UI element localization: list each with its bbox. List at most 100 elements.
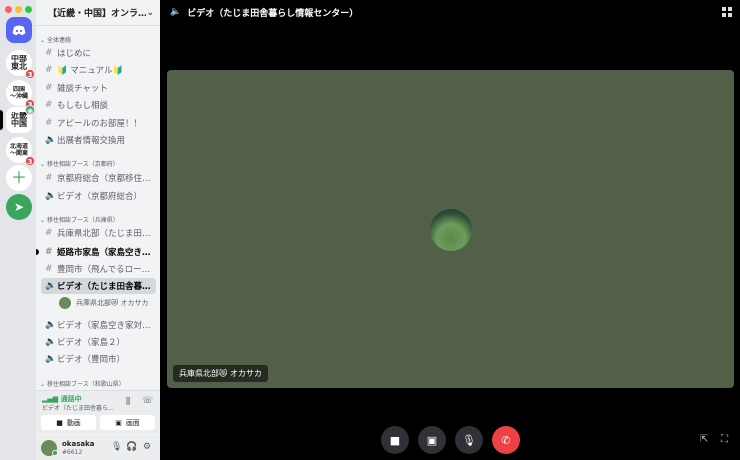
channel-label: もしもし相談	[57, 101, 109, 111]
channel-label: はじめに	[57, 49, 92, 59]
channel-item[interactable]: # 兵庫県北部（たじま田…	[41, 225, 156, 241]
video-call-area: 🔈 ビデオ（たじま田舎暮らし情報センター） 兵庫県北部😻 オカサカ ■ ▣ 🎙 …	[160, 0, 740, 460]
window-zoom-icon[interactable]	[25, 6, 32, 13]
channel-label: ビデオ（家島２）	[57, 338, 126, 348]
screen-icon: ▣	[115, 418, 122, 427]
category-label: 全体連絡	[47, 37, 72, 44]
voice-channel-item[interactable]: 🔈 ビデオ（家島空き家対…	[41, 317, 156, 333]
window-minimize-icon[interactable]	[15, 6, 22, 13]
server-label: 北海道 〜関東	[9, 143, 28, 157]
channel-item-unread[interactable]: # 姫路市家島（家島空き…	[41, 244, 156, 260]
category-header[interactable]: ⌄ 移住相談ブース（京都府）	[40, 159, 119, 168]
camera-icon: ■	[389, 433, 401, 447]
category-label: 移住相談ブース（京都府）	[47, 161, 119, 168]
chevron-down-icon: ⌄	[146, 7, 154, 18]
category-header[interactable]: ⌄ 移住相談ブース（和歌山県）	[40, 379, 125, 388]
online-status-icon	[52, 450, 58, 456]
server-rail: 中部 東北 3 四国 〜沖縄 3 近畿 中国 ◉ 北海道 〜関東 3 ＋ ➤	[0, 0, 36, 460]
channel-header: 🔈 ビデオ（たじま田舎暮らし情報センター）	[160, 0, 740, 24]
server-chubu-tohoku[interactable]: 中部 東北 3	[6, 50, 35, 79]
disconnect-icon[interactable]: ☏	[142, 396, 153, 406]
voice-channel-name[interactable]: ビデオ（たじま田舎暮ら…	[42, 403, 122, 412]
speaker-icon: 🔈	[45, 354, 57, 364]
screen-share-button[interactable]: ▣ 画面	[100, 415, 155, 430]
channel-item[interactable]: # アピールのお部屋！！	[41, 115, 156, 131]
user-panel: okasaka #6612 🎙 🎧 ⚙	[36, 435, 160, 460]
category-header[interactable]: ⌄ 移住相談ブース（兵庫県）	[40, 215, 119, 224]
channel-label: ビデオ（豊岡市）	[57, 355, 126, 365]
hash-icon: #	[45, 228, 53, 238]
camera-icon: ■	[56, 418, 63, 427]
mention-badge: 3	[25, 69, 35, 79]
leave-call-button[interactable]: ✆	[492, 426, 520, 454]
screen-button-label: 画面	[125, 418, 140, 427]
channel-item[interactable]: # 雑談チャット	[41, 80, 156, 96]
hash-icon: #	[45, 83, 53, 93]
speaker-icon: 🔈	[45, 337, 57, 347]
channel-item[interactable]: # もしもし相談	[41, 97, 156, 113]
hang-up-icon: ✆	[501, 433, 511, 447]
voice-channel-item[interactable]: 🔈 ビデオ（豊岡市）	[41, 351, 156, 367]
channel-item[interactable]: # はじめに	[41, 45, 156, 61]
hash-icon: #	[45, 264, 53, 274]
grid-view-icon[interactable]	[722, 7, 732, 17]
speaker-icon: 🔈	[45, 320, 57, 330]
speaker-icon: 🔈	[45, 281, 57, 291]
noise-suppression-icon[interactable]: ⫼	[126, 397, 130, 407]
channel-label: ビデオ（たじま田舎暮…	[57, 282, 151, 292]
channel-label: 雑談チャット	[57, 84, 108, 94]
hash-icon: #	[45, 100, 53, 110]
channel-label: 兵庫県北部（たじま田…	[57, 229, 151, 239]
voice-channel-item[interactable]: 🔈 ビデオ（家島２）	[41, 334, 156, 350]
channel-item[interactable]: # 豊岡市（飛んでるロー…	[41, 261, 156, 277]
voice-channel-item[interactable]: 🔈 ビデオ（京都府総合）	[41, 188, 156, 204]
hash-icon: #	[45, 48, 53, 58]
video-button[interactable]: ■ 動画	[41, 415, 96, 430]
channel-label: 豊岡市（飛んでるロー…	[57, 265, 151, 275]
gear-icon[interactable]: ⚙	[143, 442, 151, 452]
add-server-button[interactable]: ＋	[6, 165, 32, 191]
voice-channel-item-active[interactable]: 🔈 ビデオ（たじま田舎暮…	[41, 278, 156, 294]
server-hokkaido-kanto[interactable]: 北海道 〜関東 3	[6, 137, 35, 166]
hash-icon: #	[45, 65, 53, 75]
discord-logo-icon	[12, 25, 26, 35]
screen-share-button[interactable]: ▣	[418, 426, 446, 454]
guild-header[interactable]: 【近畿・中国】オンラ… ⌄	[36, 0, 160, 26]
channel-item[interactable]: # 🔰 マニュアル🔰	[41, 62, 156, 78]
category-label: 移住相談ブース（和歌山県）	[47, 381, 125, 388]
speaker-icon: 🔈	[45, 191, 57, 201]
mention-badge: 3	[25, 156, 35, 166]
signal-icon: ▂▄▆	[42, 395, 61, 403]
guild-name: 【近畿・中国】オンラ…	[48, 9, 147, 19]
username: okasaka	[62, 440, 95, 448]
microphone-icon[interactable]: 🎙	[111, 442, 122, 452]
discord-home-button[interactable]	[6, 17, 32, 43]
voice-channel-item[interactable]: 🔈 出展者情報交換用	[41, 132, 156, 148]
hash-icon: #	[45, 118, 53, 128]
connected-badge: ◉	[25, 105, 35, 115]
speaker-icon: 🔈	[170, 7, 182, 17]
window-close-icon[interactable]	[5, 6, 12, 13]
headphones-icon[interactable]: 🎧	[126, 442, 137, 452]
camera-button[interactable]: ■	[381, 426, 409, 454]
voice-connection-panel: ▂▄▆ 通話中 ビデオ（たじま田舎暮ら… ⫼ ☏ ■ 動画 ▣ 画面	[36, 390, 160, 434]
server-shikoku-okinawa[interactable]: 四国 〜沖縄 3	[6, 80, 35, 109]
category-label: 移住相談ブース（兵庫県）	[47, 217, 119, 224]
participant-tile[interactable]: 兵庫県北部😻 オカサカ	[167, 70, 734, 388]
speaker-icon: 🔈	[45, 135, 57, 145]
fullscreen-icon[interactable]: ⛶	[721, 434, 728, 445]
channel-item[interactable]: # 京都府総合（京都移住…	[41, 170, 156, 186]
channel-title: ビデオ（たじま田舎暮らし情報センター）	[187, 8, 359, 19]
channel-label: ビデオ（家島空き家対…	[57, 321, 151, 331]
voice-member[interactable]: 兵庫県北部😻 オカサカ	[59, 297, 149, 309]
category-header[interactable]: ⌄ 全体連絡	[40, 35, 71, 44]
mute-button[interactable]: 🎙	[455, 426, 483, 454]
hash-icon: #	[45, 173, 53, 183]
avatar	[59, 297, 71, 309]
user-tag: #6612	[62, 449, 83, 456]
hash-icon: #	[45, 247, 53, 257]
server-kinki-chugoku[interactable]: 近畿 中国 ◉	[6, 105, 35, 133]
channel-label: アピールのお部屋！！	[57, 119, 143, 129]
popout-icon[interactable]: ⇱	[700, 434, 708, 445]
explore-servers-button[interactable]: ➤	[6, 194, 32, 220]
